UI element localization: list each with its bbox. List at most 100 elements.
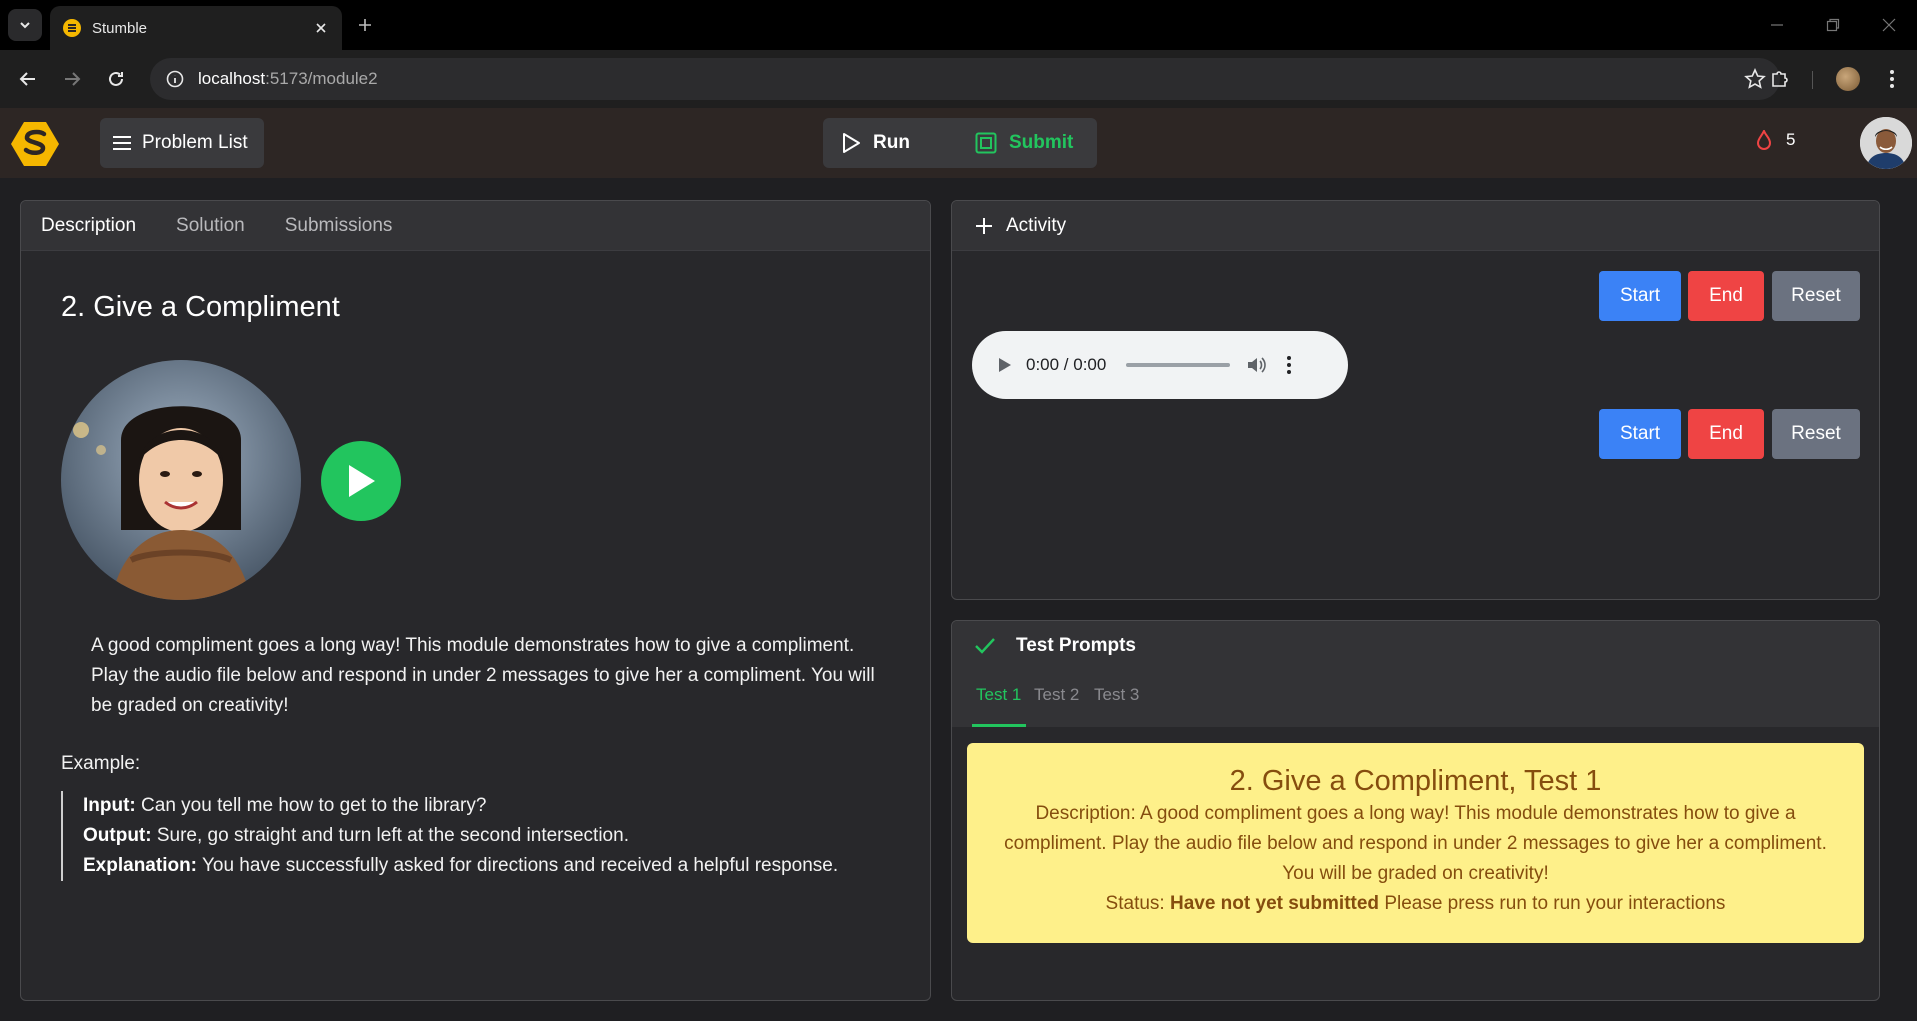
restore-button[interactable] <box>1818 10 1848 40</box>
example-output-label: Output: <box>83 825 152 846</box>
description-panel: Description Solution Submissions 2. Give… <box>20 200 931 1001</box>
extensions-button[interactable] <box>1764 63 1796 95</box>
streak-counter: 5 <box>1756 130 1795 150</box>
close-window-button[interactable] <box>1874 10 1904 40</box>
app-header: Problem List Run Submit 5 <box>0 108 1917 178</box>
check-icon <box>975 638 995 654</box>
problem-description: A good compliment goes a long way! This … <box>91 635 875 716</box>
reset-button-1[interactable]: Reset <box>1772 271 1860 321</box>
volume-icon[interactable] <box>1246 356 1267 374</box>
forward-button[interactable] <box>56 63 88 95</box>
test-prompts-title-row: Test Prompts <box>974 635 1136 657</box>
description-tabs: Description Solution Submissions <box>21 201 930 251</box>
back-button[interactable] <box>12 63 44 95</box>
tab-description[interactable]: Description <box>41 215 136 237</box>
tab-test-1[interactable]: Test 1 <box>976 685 1021 705</box>
example-block: Input: Can you tell me how to get to the… <box>61 791 838 881</box>
restore-icon <box>1826 18 1840 32</box>
example-input-label: Input: <box>83 795 136 816</box>
new-tab-button[interactable] <box>352 12 378 38</box>
example-input-text: Can you tell me how to get to the librar… <box>141 795 487 816</box>
tab-solution[interactable]: Solution <box>176 215 245 237</box>
test-card-title: 2. Give a Compliment, Test 1 <box>1229 765 1602 797</box>
example-explanation-text: You have successfully asked for directio… <box>201 855 839 876</box>
toolbar-divider <box>1812 71 1813 89</box>
run-button[interactable]: Run <box>841 118 910 168</box>
minimize-button[interactable] <box>1762 10 1792 40</box>
url-path: :5173/module2 <box>265 69 378 88</box>
minimize-icon <box>1771 24 1783 26</box>
puzzle-icon <box>1772 71 1788 87</box>
profile-button[interactable] <box>1832 63 1864 95</box>
plus-icon <box>359 19 371 31</box>
play-outline-icon <box>843 133 860 153</box>
browser-tabstrip: Stumble <box>0 0 1917 50</box>
chevron-down-icon <box>20 22 30 29</box>
url-host: localhost <box>198 69 266 88</box>
activity-header[interactable]: Activity <box>952 201 1879 251</box>
browser-menu-button[interactable] <box>1876 63 1908 95</box>
example-label: Example: <box>61 753 141 774</box>
reload-button[interactable] <box>100 63 132 95</box>
tab-search-button[interactable] <box>8 9 42 41</box>
status-note: Please press run to run your interaction… <box>1384 893 1726 914</box>
bookmark-star-icon[interactable] <box>1744 68 1766 90</box>
status-value: Have not yet submitted <box>1169 893 1380 914</box>
arrow-left-icon <box>19 72 35 86</box>
example-explanation-line: Explanation: You have successfully asked… <box>83 851 838 881</box>
submit-button[interactable]: Submit <box>975 118 1073 168</box>
browser-toolbar: localhost:5173/module2 <box>0 50 1917 108</box>
user-avatar[interactable] <box>1860 117 1912 169</box>
problem-title: 2. Give a Compliment <box>61 291 340 323</box>
close-icon <box>1882 18 1896 32</box>
problem-list-button[interactable]: Problem List <box>100 118 264 168</box>
more-vertical-icon <box>1890 70 1894 88</box>
reset-button-2[interactable]: Reset <box>1772 409 1860 459</box>
tab-title: Stumble <box>92 19 148 37</box>
audio-player[interactable]: 0:00 / 0:00 <box>972 331 1348 399</box>
start-button-2[interactable]: Start <box>1599 409 1681 459</box>
test-prompts-title: Test Prompts <box>1016 635 1137 656</box>
tab-test-3[interactable]: Test 3 <box>1094 685 1139 705</box>
profile-avatar <box>1836 67 1860 91</box>
play-audio-button[interactable] <box>321 441 401 521</box>
audio-time: 0:00 / 0:00 <box>1026 355 1107 374</box>
browser-tab[interactable]: Stumble <box>50 6 342 50</box>
problem-list-label: Problem List <box>142 132 248 153</box>
stumble-logo-icon[interactable] <box>10 120 60 168</box>
close-tab-icon[interactable] <box>312 19 330 37</box>
activity-panel: Activity Start End Reset 0:00 / 0:00 Sta… <box>951 200 1880 600</box>
more-vertical-icon[interactable] <box>1286 355 1292 375</box>
tab-test-2[interactable]: Test 2 <box>1034 685 1079 705</box>
audio-play-icon[interactable] <box>998 357 1012 373</box>
streak-count: 5 <box>1786 130 1796 149</box>
end-button-1[interactable]: End <box>1688 271 1764 321</box>
plus-icon <box>976 217 992 234</box>
run-label: Run <box>873 132 910 153</box>
test-card-description: Description: A good compliment goes a lo… <box>1004 803 1827 884</box>
audio-seek-bar[interactable] <box>1126 363 1231 367</box>
arrow-right-icon <box>65 72 81 86</box>
site-info-icon[interactable] <box>164 68 186 90</box>
reload-icon <box>109 71 123 86</box>
status-label: Status: <box>1105 893 1165 914</box>
stumble-favicon-icon <box>63 19 81 37</box>
flame-icon <box>1756 130 1772 150</box>
test-prompts-header: Test Prompts Test 1 Test 2 Test 3 <box>952 621 1879 727</box>
active-tab-indicator <box>972 724 1026 727</box>
example-input-line: Input: Can you tell me how to get to the… <box>83 791 838 821</box>
address-bar[interactable]: localhost:5173/module2 <box>150 58 1780 100</box>
example-output-text: Sure, go straight and turn left at the s… <box>156 825 629 846</box>
end-button-2[interactable]: End <box>1688 409 1764 459</box>
submit-label: Submit <box>1009 132 1074 153</box>
run-submit-group: Run Submit <box>823 118 1097 168</box>
character-portrait <box>61 360 301 600</box>
example-output-line: Output: Sure, go straight and turn left … <box>83 821 838 851</box>
tab-submissions[interactable]: Submissions <box>285 215 393 237</box>
test-prompts-panel: Test Prompts Test 1 Test 2 Test 3 2. Giv… <box>951 620 1880 1001</box>
submit-icon <box>975 132 997 154</box>
test-card-status: Status: Have not yet submitted Please pr… <box>967 889 1864 919</box>
play-icon <box>349 465 375 497</box>
example-explanation-label: Explanation: <box>83 855 198 876</box>
start-button-1[interactable]: Start <box>1599 271 1681 321</box>
